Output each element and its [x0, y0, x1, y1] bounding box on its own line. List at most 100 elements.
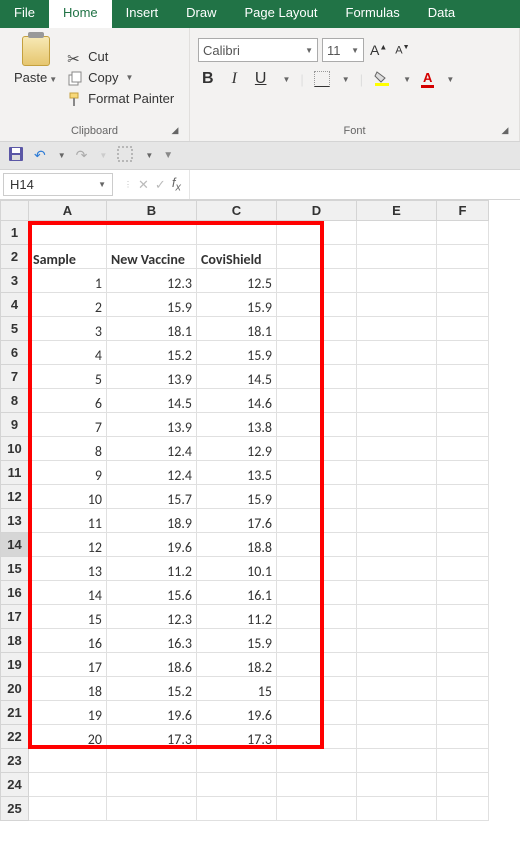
- col-header-B[interactable]: B: [107, 201, 197, 221]
- cell-A16[interactable]: 14: [29, 581, 107, 605]
- row-header-18[interactable]: 18: [1, 629, 29, 653]
- cell-C6[interactable]: 15.9: [197, 341, 277, 365]
- increase-font-button[interactable]: A▲: [368, 40, 389, 60]
- cell-B20[interactable]: 15.2: [107, 677, 197, 701]
- cell-B21[interactable]: 19.6: [107, 701, 197, 725]
- cell-C7[interactable]: 14.5: [197, 365, 277, 389]
- cell-E2[interactable]: [357, 245, 437, 269]
- cell-A10[interactable]: 8: [29, 437, 107, 461]
- cell-A11[interactable]: 9: [29, 461, 107, 485]
- save-button[interactable]: [8, 146, 24, 165]
- cell-D2[interactable]: [277, 245, 357, 269]
- tab-data[interactable]: Data: [414, 0, 469, 28]
- row-header-12[interactable]: 12: [1, 485, 29, 509]
- cell-E16[interactable]: [357, 581, 437, 605]
- cell-A12[interactable]: 10: [29, 485, 107, 509]
- tab-formulas[interactable]: Formulas: [332, 0, 414, 28]
- row-header-15[interactable]: 15: [1, 557, 29, 581]
- cell-D15[interactable]: [277, 557, 357, 581]
- formula-input[interactable]: [190, 170, 520, 199]
- cell-F4[interactable]: [437, 293, 489, 317]
- cell-E18[interactable]: [357, 629, 437, 653]
- cell-A5[interactable]: 3: [29, 317, 107, 341]
- cell-D13[interactable]: [277, 509, 357, 533]
- cell-A22[interactable]: 20: [29, 725, 107, 749]
- cell-B9[interactable]: 13.9: [107, 413, 197, 437]
- cell-C18[interactable]: 15.9: [197, 629, 277, 653]
- cell-E11[interactable]: [357, 461, 437, 485]
- cell-F8[interactable]: [437, 389, 489, 413]
- cell-A24[interactable]: [29, 773, 107, 797]
- decrease-font-button[interactable]: A▼: [393, 42, 411, 59]
- col-header-D[interactable]: D: [277, 201, 357, 221]
- chevron-down-icon[interactable]: ▼: [99, 151, 107, 160]
- cell-F14[interactable]: [437, 533, 489, 557]
- col-header-C[interactable]: C: [197, 201, 277, 221]
- cell-F9[interactable]: [437, 413, 489, 437]
- row-header-13[interactable]: 13: [1, 509, 29, 533]
- borders-button[interactable]: [314, 71, 330, 87]
- row-header-11[interactable]: 11: [1, 461, 29, 485]
- cell-E4[interactable]: [357, 293, 437, 317]
- cell-A4[interactable]: 2: [29, 293, 107, 317]
- chevron-down-icon[interactable]: ▼: [58, 151, 66, 160]
- cell-A18[interactable]: 16: [29, 629, 107, 653]
- cell-F12[interactable]: [437, 485, 489, 509]
- cell-E7[interactable]: [357, 365, 437, 389]
- cell-C21[interactable]: 19.6: [197, 701, 277, 725]
- cell-E20[interactable]: [357, 677, 437, 701]
- cell-E5[interactable]: [357, 317, 437, 341]
- cell-E10[interactable]: [357, 437, 437, 461]
- cell-F21[interactable]: [437, 701, 489, 725]
- cell-E3[interactable]: [357, 269, 437, 293]
- cell-C17[interactable]: 11.2: [197, 605, 277, 629]
- cell-C24[interactable]: [197, 773, 277, 797]
- tab-page-layout[interactable]: Page Layout: [231, 0, 332, 28]
- cell-E6[interactable]: [357, 341, 437, 365]
- row-header-10[interactable]: 10: [1, 437, 29, 461]
- dialog-launcher-icon[interactable]: ◢: [499, 125, 511, 137]
- row-header-22[interactable]: 22: [1, 725, 29, 749]
- cell-F15[interactable]: [437, 557, 489, 581]
- tab-file[interactable]: File: [0, 0, 49, 28]
- row-header-3[interactable]: 3: [1, 269, 29, 293]
- enter-icon[interactable]: ✓: [155, 177, 166, 193]
- cell-B5[interactable]: 18.1: [107, 317, 197, 341]
- col-header-F[interactable]: F: [437, 201, 489, 221]
- cell-E23[interactable]: [357, 749, 437, 773]
- cell-B8[interactable]: 14.5: [107, 389, 197, 413]
- cell-E24[interactable]: [357, 773, 437, 797]
- cell-F6[interactable]: [437, 341, 489, 365]
- paste-button[interactable]: Paste▼: [8, 32, 63, 123]
- cell-F18[interactable]: [437, 629, 489, 653]
- cell-C16[interactable]: 16.1: [197, 581, 277, 605]
- cell-B22[interactable]: 17.3: [107, 725, 197, 749]
- cell-B1[interactable]: [107, 221, 197, 245]
- row-header-24[interactable]: 24: [1, 773, 29, 797]
- cell-F17[interactable]: [437, 605, 489, 629]
- cell-B24[interactable]: [107, 773, 197, 797]
- tab-insert[interactable]: Insert: [112, 0, 173, 28]
- row-header-16[interactable]: 16: [1, 581, 29, 605]
- cell-D10[interactable]: [277, 437, 357, 461]
- cell-D24[interactable]: [277, 773, 357, 797]
- cell-E19[interactable]: [357, 653, 437, 677]
- cut-button[interactable]: ✂Cut: [67, 49, 174, 64]
- cell-F19[interactable]: [437, 653, 489, 677]
- row-header-6[interactable]: 6: [1, 341, 29, 365]
- cell-B25[interactable]: [107, 797, 197, 821]
- cell-D11[interactable]: [277, 461, 357, 485]
- cell-E22[interactable]: [357, 725, 437, 749]
- cell-F20[interactable]: [437, 677, 489, 701]
- cell-A14[interactable]: 12: [29, 533, 107, 557]
- font-color-button[interactable]: A: [421, 70, 434, 88]
- chevron-down-icon[interactable]: ▼: [282, 75, 290, 84]
- cell-A8[interactable]: 6: [29, 389, 107, 413]
- cell-A15[interactable]: 13: [29, 557, 107, 581]
- cell-B7[interactable]: 13.9: [107, 365, 197, 389]
- redo-button[interactable]: ↷: [76, 147, 88, 164]
- tab-home[interactable]: Home: [49, 0, 112, 28]
- cell-C15[interactable]: 10.1: [197, 557, 277, 581]
- cell-C25[interactable]: [197, 797, 277, 821]
- cell-C20[interactable]: 15: [197, 677, 277, 701]
